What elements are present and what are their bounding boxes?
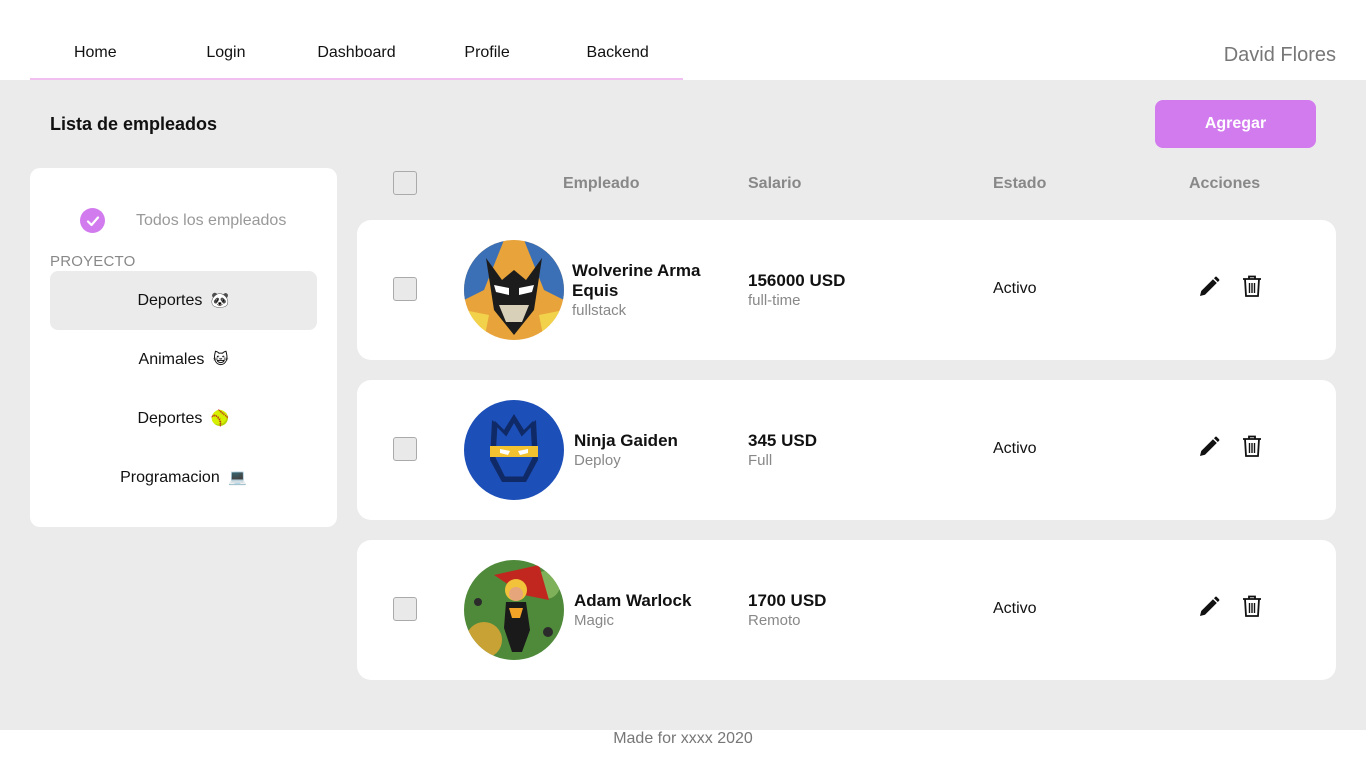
trash-icon[interactable] bbox=[1241, 434, 1263, 458]
all-employees-label: Todos los empleados bbox=[136, 211, 287, 229]
project-item-programacion[interactable]: Programacion 💻 bbox=[50, 448, 317, 507]
table-header: Empleado Salario Estado Acciones bbox=[357, 168, 1336, 198]
employee-info: Adam Warlock Magic bbox=[574, 591, 724, 631]
project-item-deportes[interactable]: Deportes 🐼 bbox=[50, 271, 317, 330]
edit-pencil-icon[interactable] bbox=[1197, 435, 1221, 459]
salary-value: 345 USD bbox=[748, 431, 817, 450]
check-icon bbox=[80, 208, 105, 233]
project-label: Deportes bbox=[137, 410, 203, 427]
row-checkbox[interactable] bbox=[393, 277, 417, 301]
status-text: Activo bbox=[993, 600, 1037, 617]
salary-cell: 345 USD Full bbox=[748, 431, 817, 471]
nav-login[interactable]: Login bbox=[161, 0, 292, 78]
salary-cell: 1700 USD Remoto bbox=[748, 591, 826, 631]
main-content: Lista de empleados Agregar Todos los emp… bbox=[0, 80, 1366, 730]
employee-name: Ninja Gaiden bbox=[574, 431, 678, 450]
header-salary: Salario bbox=[748, 175, 802, 192]
project-label: Programacion bbox=[120, 469, 220, 486]
table-row: Wolverine Arma Equis fullstack 156000 US… bbox=[357, 220, 1336, 360]
nav-backend[interactable]: Backend bbox=[552, 0, 683, 78]
footer-text: Made for xxxx 2020 bbox=[613, 730, 753, 747]
edit-pencil-icon[interactable] bbox=[1197, 275, 1221, 299]
employee-role: Magic bbox=[574, 612, 615, 629]
employee-role: Deploy bbox=[574, 452, 621, 469]
softball-icon: 🥎 bbox=[210, 409, 230, 427]
table-row: Ninja Gaiden Deploy 345 USD Full Activo bbox=[357, 380, 1336, 520]
project-label: Animales bbox=[138, 351, 205, 368]
status-text: Activo bbox=[993, 280, 1037, 297]
header-status: Estado bbox=[993, 175, 1047, 192]
trash-icon[interactable] bbox=[1241, 594, 1263, 618]
table-row: Adam Warlock Magic 1700 USD Remoto Activ… bbox=[357, 540, 1336, 680]
main-nav: Home Login Dashboard Profile Backend bbox=[30, 0, 683, 80]
laptop-icon: 💻 bbox=[228, 468, 247, 486]
page-title: Lista de empleados bbox=[50, 114, 218, 134]
status-text: Activo bbox=[993, 440, 1037, 457]
salary-type: Full bbox=[748, 452, 773, 469]
avatar bbox=[464, 240, 564, 340]
salary-cell: 156000 USD full-time bbox=[748, 271, 845, 311]
header-actions: Acciones bbox=[1189, 175, 1261, 192]
salary-type: full-time bbox=[748, 292, 801, 309]
user-name[interactable]: David Flores bbox=[1224, 44, 1336, 67]
employee-info: Ninja Gaiden Deploy bbox=[574, 431, 724, 471]
avatar bbox=[464, 400, 564, 500]
employee-name: Adam Warlock bbox=[574, 591, 692, 610]
employee-role: fullstack bbox=[572, 302, 627, 319]
select-all-checkbox[interactable] bbox=[393, 171, 417, 195]
nav-dashboard[interactable]: Dashboard bbox=[291, 0, 422, 78]
row-checkbox[interactable] bbox=[393, 437, 417, 461]
project-sidebar: Todos los empleados PROYECTO Deportes 🐼 … bbox=[30, 168, 337, 527]
trash-icon[interactable] bbox=[1241, 274, 1263, 298]
employee-name: Wolverine Arma Equis bbox=[572, 261, 701, 300]
add-employee-button[interactable]: Agregar bbox=[1155, 100, 1316, 148]
edit-pencil-icon[interactable] bbox=[1197, 595, 1221, 619]
top-navbar: Home Login Dashboard Profile Backend Dav… bbox=[0, 0, 1366, 80]
salary-value: 156000 USD bbox=[748, 271, 846, 290]
project-item-animales[interactable]: Animales 😺 bbox=[50, 330, 317, 389]
salary-type: Remoto bbox=[748, 612, 801, 629]
header-employee: Empleado bbox=[563, 175, 640, 192]
project-label: Deportes bbox=[137, 292, 203, 309]
all-employees-filter[interactable]: Todos los empleados bbox=[80, 208, 286, 233]
nav-home[interactable]: Home bbox=[30, 0, 161, 78]
row-checkbox[interactable] bbox=[393, 597, 417, 621]
cat-icon: 😺 bbox=[212, 350, 229, 368]
panda-icon: 🐼 bbox=[210, 291, 230, 309]
employee-info: Wolverine Arma Equis fullstack bbox=[572, 261, 722, 321]
project-list: Deportes 🐼 Animales 😺 Deportes 🥎 Program… bbox=[50, 271, 317, 507]
salary-value: 1700 USD bbox=[748, 591, 827, 610]
project-section-label: PROYECTO bbox=[50, 253, 136, 270]
avatar bbox=[464, 560, 564, 660]
project-item-deportes-2[interactable]: Deportes 🥎 bbox=[50, 389, 317, 448]
nav-profile[interactable]: Profile bbox=[422, 0, 553, 78]
